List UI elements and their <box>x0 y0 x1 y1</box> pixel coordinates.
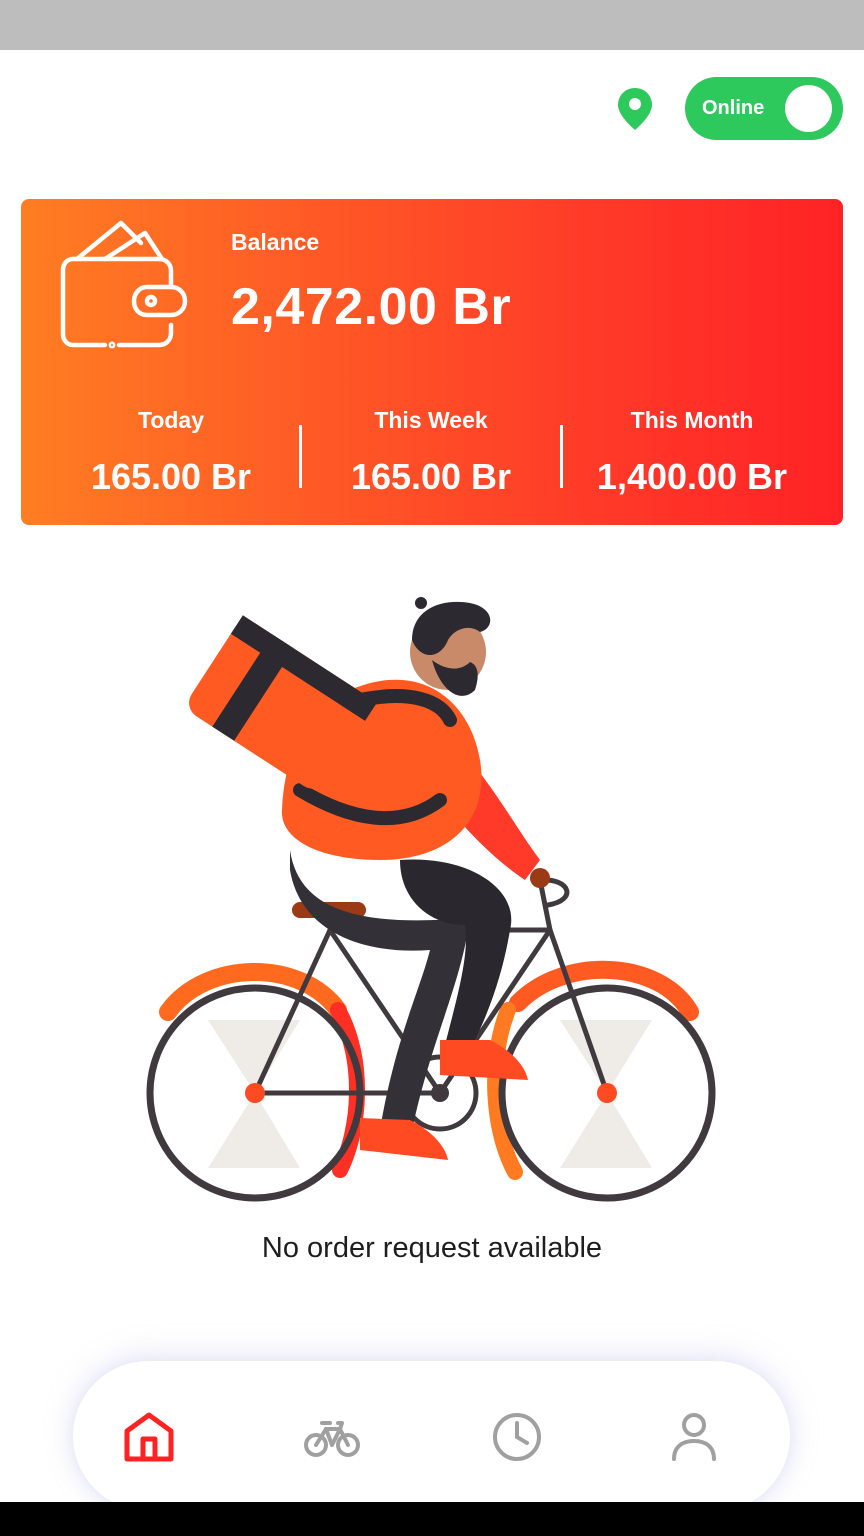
stat-label: This Month <box>630 407 754 433</box>
stat-label: This Week <box>374 407 488 433</box>
balance-label: Balance <box>231 229 320 255</box>
map-pin-icon[interactable] <box>614 86 656 132</box>
empty-state-message: No order request available <box>261 1232 603 1264</box>
delivery-cyclist-illustration <box>146 597 716 1202</box>
system-navigation-bar <box>0 1502 864 1536</box>
bottom-nav <box>73 1361 790 1511</box>
stat-this-week: This Week 165.00 Br <box>301 407 561 498</box>
online-label: Online <box>702 97 765 119</box>
balance-amount: 2,472.00 Br <box>231 278 512 336</box>
home-icon <box>124 1412 174 1462</box>
status-bar <box>0 0 864 50</box>
stat-label: Today <box>137 407 205 433</box>
stat-today: Today 165.00 Br <box>41 407 301 498</box>
stat-value: 165.00 Br <box>90 456 252 497</box>
balance-card: Balance 2,472.00 Br Today 165.00 Br This… <box>21 199 843 525</box>
bicycle-icon <box>304 1421 360 1457</box>
stat-value: 165.00 Br <box>350 456 512 497</box>
nav-bicycle[interactable] <box>304 1409 360 1465</box>
nav-profile[interactable] <box>666 1409 722 1465</box>
top-bar: Online <box>0 50 864 170</box>
user-icon <box>672 1413 716 1461</box>
stat-value: 1,400.00 Br <box>596 456 788 497</box>
nav-home[interactable] <box>121 1409 177 1465</box>
wallet-icon <box>60 220 188 349</box>
clock-icon <box>493 1413 541 1461</box>
nav-history[interactable] <box>489 1409 545 1465</box>
stat-this-month: This Month 1,400.00 Br <box>562 407 822 498</box>
toggle-knob <box>785 85 832 132</box>
online-toggle[interactable]: Online <box>685 77 843 140</box>
